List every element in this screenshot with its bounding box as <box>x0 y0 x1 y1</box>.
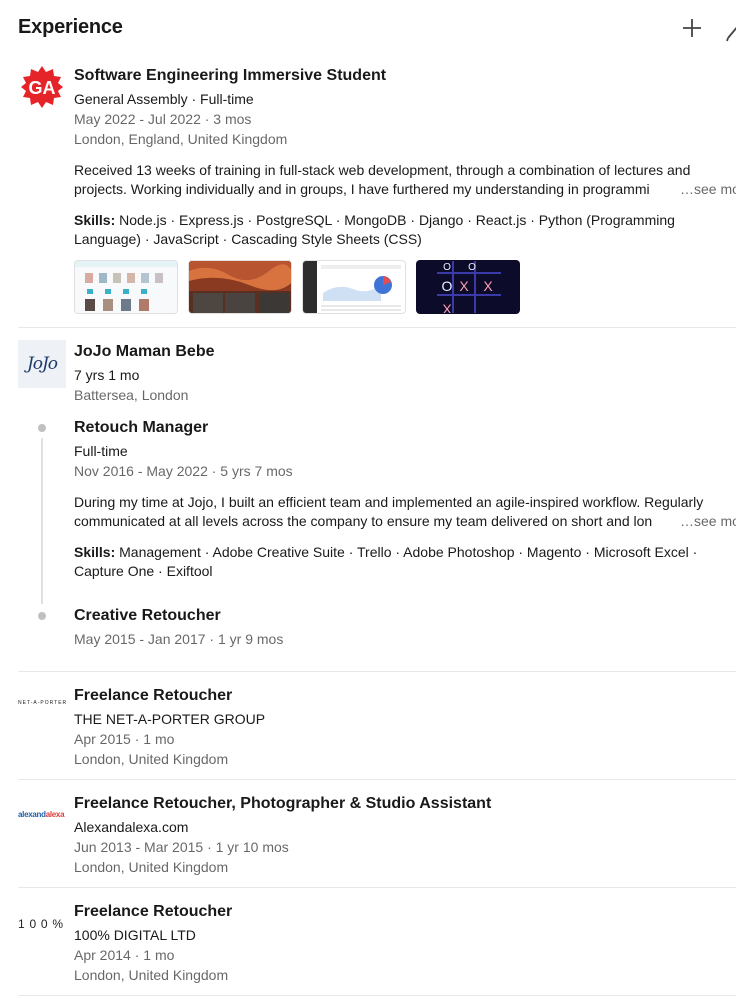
skills-line: Skills: Management · Adobe Creative Suit… <box>74 543 697 562</box>
job-dates: Jun 2013 - Mar 2015 · 1 yr 10 mos <box>74 839 289 855</box>
svg-text:O: O <box>468 262 476 273</box>
skills-label: Skills: <box>74 212 116 228</box>
divider <box>18 671 736 672</box>
skills-list: Management · Adobe Creative Suite · Trel… <box>119 544 698 560</box>
see-more-link[interactable]: …see more <box>676 181 736 197</box>
svg-text:GA: GA <box>29 78 56 98</box>
job-dates: May 2022 - Jul 2022 · 3 mos <box>74 111 252 127</box>
role-dates: Nov 2016 - May 2022 · 5 yrs 7 mos <box>74 463 293 479</box>
role-dates: May 2015 - Jan 2017 · 1 yr 9 mos <box>74 631 284 647</box>
role-title[interactable]: Creative Retoucher <box>74 607 221 625</box>
company-name: Alexandalexa.com <box>74 819 189 835</box>
general-assembly-logo[interactable]: GA <box>20 65 64 114</box>
divider <box>18 327 736 328</box>
job-description-line: Received 13 weeks of training in full-st… <box>74 162 691 178</box>
pencil-icon[interactable] <box>726 20 736 49</box>
section-title: Experience <box>18 16 123 38</box>
skills-line: Skills: Node.js · Express.js · PostgreSQ… <box>74 211 675 230</box>
company-duration: 7 yrs 1 mo <box>74 367 140 383</box>
skills-line: Capture One · Exiftool <box>74 563 213 579</box>
media-thumbnail[interactable] <box>302 260 406 314</box>
company-name: 100% DIGITAL LTD <box>74 927 196 943</box>
svg-text:X: X <box>442 301 452 314</box>
company-name: THE NET-A-PORTER GROUP <box>74 711 266 727</box>
skills-label: Skills: <box>74 544 116 560</box>
svg-text:O: O <box>443 262 451 273</box>
timeline-dot <box>38 612 46 620</box>
timeline-line <box>41 438 43 604</box>
jojo-logo-text: JoJo <box>26 354 58 374</box>
divider <box>18 995 736 996</box>
job-title[interactable]: Freelance Retoucher, Photographer & Stud… <box>74 795 491 813</box>
job-title[interactable]: Freelance Retoucher <box>74 687 232 705</box>
svg-text:100%: 100% <box>18 917 66 931</box>
job-dates: Apr 2014 · 1 mo <box>74 947 175 963</box>
alexandalexa-logo[interactable]: alexandalexa <box>18 810 65 819</box>
svg-text:X: X <box>483 278 493 294</box>
job-location: London, United Kingdom <box>74 751 229 767</box>
skills-line: Language) · JavaScript · Cascading Style… <box>74 231 422 247</box>
skills-list: Node.js · Express.js · PostgreSQL · Mong… <box>119 212 675 228</box>
timeline-dot <box>38 424 46 432</box>
job-title[interactable]: Software Engineering Immersive Student <box>74 67 386 85</box>
job-title[interactable]: Freelance Retoucher <box>74 903 232 921</box>
role-description-line: During my time at Jojo, I built an effic… <box>74 494 704 510</box>
divider <box>18 779 736 780</box>
company-location: Battersea, London <box>74 387 189 403</box>
job-dates: Apr 2015 · 1 mo <box>74 731 175 747</box>
media-thumbnail[interactable] <box>74 260 178 314</box>
jojo-logo[interactable]: JoJo <box>18 340 66 388</box>
role-title[interactable]: Retouch Manager <box>74 419 208 437</box>
divider <box>18 887 736 888</box>
logo-text-part: alexand <box>18 810 46 819</box>
company-title[interactable]: JoJo Maman Bebe <box>74 343 214 361</box>
job-location: London, England, United Kingdom <box>74 131 288 147</box>
net-a-porter-logo[interactable]: NET-A-PORTER <box>18 700 68 706</box>
job-location: London, United Kingdom <box>74 967 229 983</box>
job-location: London, United Kingdom <box>74 859 229 875</box>
plus-icon[interactable] <box>680 16 704 45</box>
svg-text:X: X <box>459 278 469 294</box>
role-type: Full-time <box>74 443 128 459</box>
logo-text-part: alexa <box>45 810 65 819</box>
media-thumbnail[interactable]: O X X X O O <box>416 260 520 314</box>
job-description-line: projects. Working individually and in gr… <box>74 181 650 197</box>
media-thumbnail[interactable] <box>188 260 292 314</box>
company-name: General Assembly · Full-time <box>74 91 254 107</box>
100-percent-digital-logo[interactable]: 100% <box>18 914 68 939</box>
svg-text:O: O <box>442 278 453 294</box>
role-description-line: communicated at all levels across the co… <box>74 513 653 529</box>
see-more-link[interactable]: …see more <box>676 513 736 529</box>
